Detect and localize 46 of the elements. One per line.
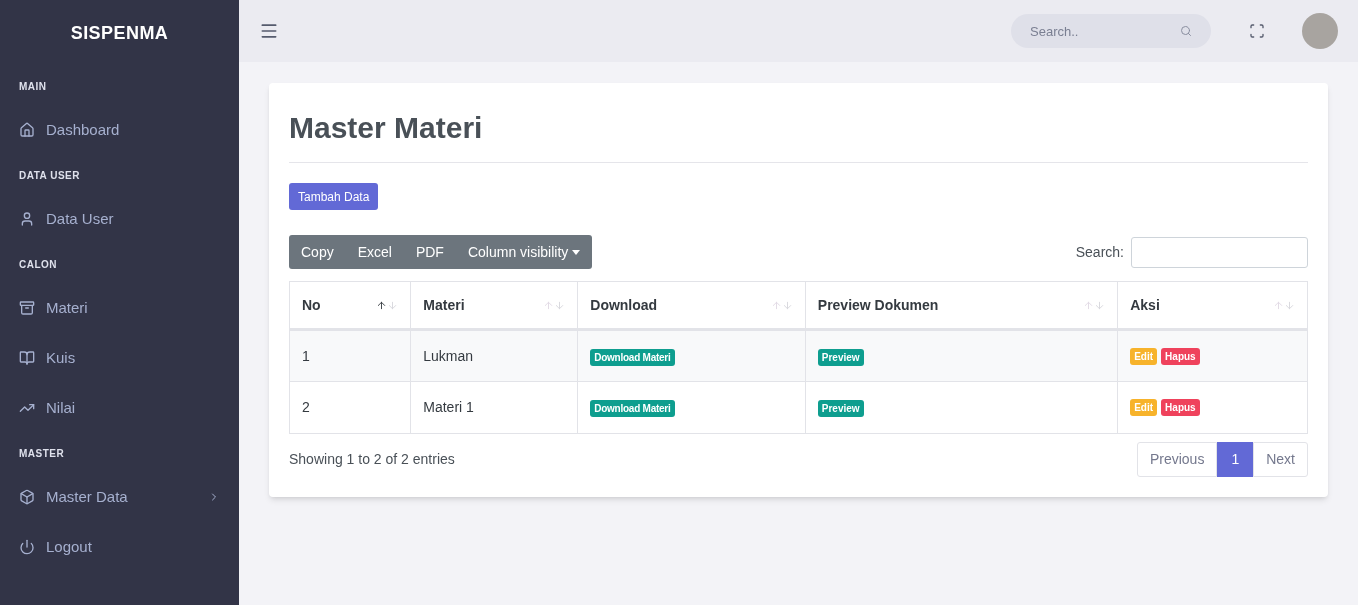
table-cell: Lukman	[410, 329, 578, 382]
table-cell: 2	[289, 381, 411, 434]
search-icon	[1180, 25, 1192, 37]
section-heading: MAIN	[19, 81, 47, 92]
table-search-input[interactable]	[1131, 236, 1308, 268]
sidebar-item[interactable]: Master Data	[0, 472, 239, 522]
menu-icon[interactable]	[259, 21, 279, 41]
export-button[interactable]: Column visibility	[455, 235, 593, 269]
preview-badge[interactable]: Preview	[817, 348, 864, 366]
sidebar-item[interactable]: Logout	[0, 522, 239, 572]
book-icon	[19, 350, 35, 366]
sidebar-item[interactable]: Nilai	[0, 383, 239, 433]
section-heading: DATA USER	[19, 170, 80, 181]
home-icon	[19, 122, 35, 138]
delete-badge[interactable]: Hapus	[1161, 347, 1200, 365]
table-cell: Materi 1	[410, 381, 578, 434]
user-icon	[19, 211, 35, 227]
download-badge[interactable]: Download Materi	[590, 400, 675, 417]
section-heading: CALON	[19, 259, 58, 270]
next-button[interactable]: Next	[1253, 442, 1308, 477]
table-cell: 1	[289, 329, 411, 382]
search-field[interactable]: Search..	[1011, 14, 1211, 48]
cube-icon	[19, 489, 35, 505]
avatar[interactable]	[1302, 13, 1338, 49]
sidebar-item[interactable]: Kuis	[0, 333, 239, 383]
page-button[interactable]: 1	[1217, 442, 1254, 477]
entries-info: Showing 1 to 2 of 2 entries	[289, 450, 455, 469]
sidebar-item[interactable]: Dashboard	[0, 105, 239, 155]
page-title: Master Materi	[289, 105, 1308, 163]
sidebar-item[interactable]: Data User	[0, 194, 239, 244]
archive-icon	[19, 300, 35, 316]
section-heading: MASTER	[19, 448, 65, 459]
fullscreen-icon[interactable]	[1249, 23, 1265, 39]
previous-button[interactable]: Previous	[1136, 442, 1218, 477]
power-icon	[19, 539, 35, 555]
download-badge[interactable]: Download Materi	[590, 348, 675, 366]
add-data-button[interactable]: Tambah Data	[289, 183, 379, 210]
preview-badge[interactable]: Preview	[817, 400, 864, 417]
sidebar-item[interactable]: Materi	[0, 283, 239, 333]
logo: SISPENMA	[70, 21, 169, 45]
export-button[interactable]: Excel	[345, 235, 404, 269]
search-label: Search:	[1075, 242, 1124, 262]
export-button[interactable]: PDF	[403, 235, 456, 269]
export-button[interactable]: Copy	[289, 235, 346, 269]
caret-icon	[572, 249, 581, 255]
delete-badge[interactable]: Hapus	[1161, 399, 1200, 416]
